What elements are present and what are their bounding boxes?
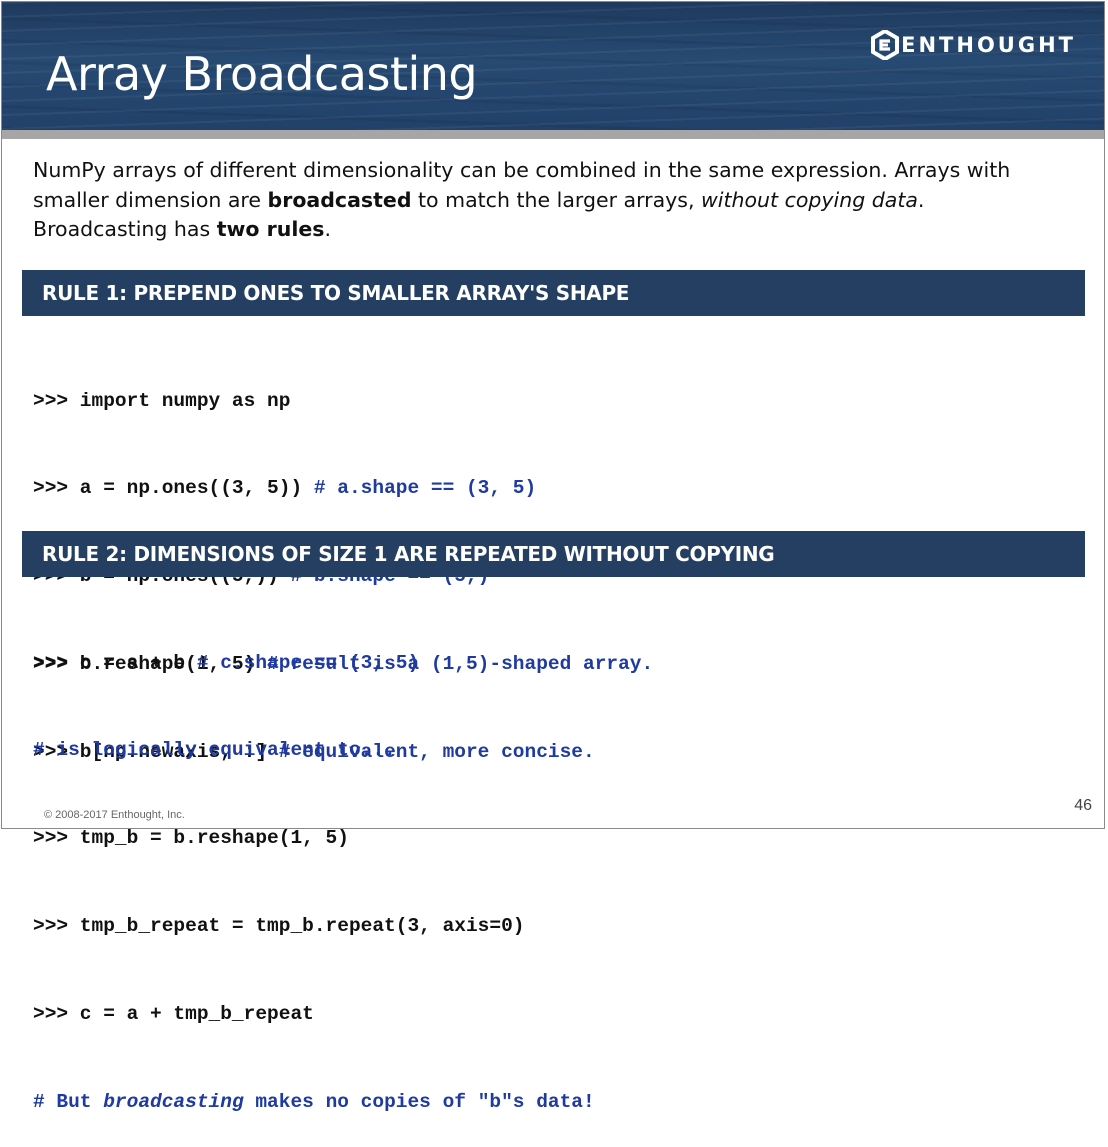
- rule2-heading: RULE 2: DIMENSIONS OF SIZE 1 ARE REPEATE…: [22, 531, 1085, 577]
- code-text: >>> c = a + tmp_b_repeat: [33, 1003, 314, 1026]
- header-divider: [2, 130, 1104, 139]
- slide-header: Array Broadcasting ENTHOUGHT: [2, 2, 1104, 130]
- page-number: 46: [1074, 797, 1092, 814]
- code-line: >>> import numpy as np: [33, 387, 653, 416]
- code-line: >>> c = a + tmp_b_repeat: [33, 1000, 595, 1029]
- copyright-text: © 2008-2017 Enthought, Inc.: [44, 809, 185, 821]
- intro-bold-two-rules: two rules: [216, 217, 325, 241]
- code-line: >>> a = np.ones((3, 5)) # a.shape == (3,…: [33, 474, 653, 503]
- code-line: >>> tmp_b = b.reshape(1, 5): [33, 824, 595, 853]
- code-comment-italic: broadcasting: [103, 1091, 244, 1114]
- code-comment: # a.shape == (3, 5): [313, 477, 537, 500]
- intro-text-2: to match the larger arrays,: [411, 187, 701, 212]
- code-line: # But broadcasting makes no copies of "b…: [33, 1088, 595, 1117]
- code-line: >>> tmp_b_repeat = tmp_b.repeat(3, axis=…: [33, 912, 595, 941]
- enthought-logo-icon: [871, 30, 900, 60]
- code-text: >>> import numpy as np: [33, 389, 291, 412]
- logo-text: ENTHOUGHT: [901, 33, 1076, 57]
- code-text: >>> c = a + b: [33, 651, 197, 674]
- enthought-logo: ENTHOUGHT: [871, 30, 1076, 60]
- code-text: >>> tmp_b = b.reshape(1, 5): [33, 827, 349, 850]
- code-text: >>> tmp_b_repeat = tmp_b.repeat(3, axis=…: [33, 915, 525, 938]
- intro-bold-broadcasted: broadcasted: [267, 187, 412, 212]
- intro-text-4: .: [324, 217, 332, 241]
- code-comment: # c.shape == (3, 5): [196, 651, 420, 674]
- code-comment: # But: [33, 1091, 104, 1114]
- rule1-heading: RULE 1: PREPEND ONES TO SMALLER ARRAY'S …: [22, 270, 1085, 316]
- code-line: # is logically equivalent to...: [33, 736, 595, 765]
- code-comment: # is logically equivalent to...: [33, 739, 396, 762]
- code-comment: makes no copies of "b"s data!: [243, 1091, 595, 1114]
- slide-title: Array Broadcasting: [46, 47, 478, 101]
- rule2-code-block: >>> c = a + b # c.shape == (3, 5) # is l…: [33, 590, 595, 1147]
- code-line: >>> c = a + b # c.shape == (3, 5): [33, 649, 595, 678]
- intro-paragraph: NumPy arrays of different dimensionality…: [33, 156, 1063, 245]
- intro-italic: without copying data: [700, 187, 918, 212]
- code-text: >>> a = np.ones((3, 5)): [33, 477, 314, 500]
